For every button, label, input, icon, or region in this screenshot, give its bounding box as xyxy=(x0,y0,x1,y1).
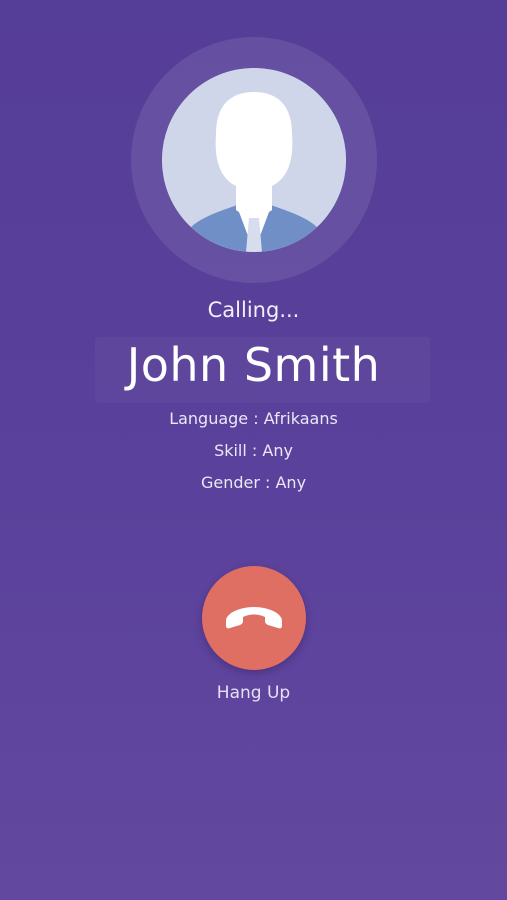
skill-detail: Skill : Any xyxy=(214,441,293,460)
contact-name: John Smith xyxy=(126,338,381,392)
call-screen: Calling... John Smith Language : Afrikaa… xyxy=(0,0,507,900)
default-person-avatar-icon xyxy=(162,68,346,252)
gender-detail: Gender : Any xyxy=(200,473,307,492)
call-status: Calling... xyxy=(207,298,300,322)
phone-hangup-icon xyxy=(226,607,282,629)
hang-up-label: Hang Up xyxy=(216,683,291,703)
language-detail: Language : Afrikaans xyxy=(169,409,338,428)
contact-avatar xyxy=(162,68,346,252)
hang-up-button[interactable] xyxy=(202,566,306,670)
